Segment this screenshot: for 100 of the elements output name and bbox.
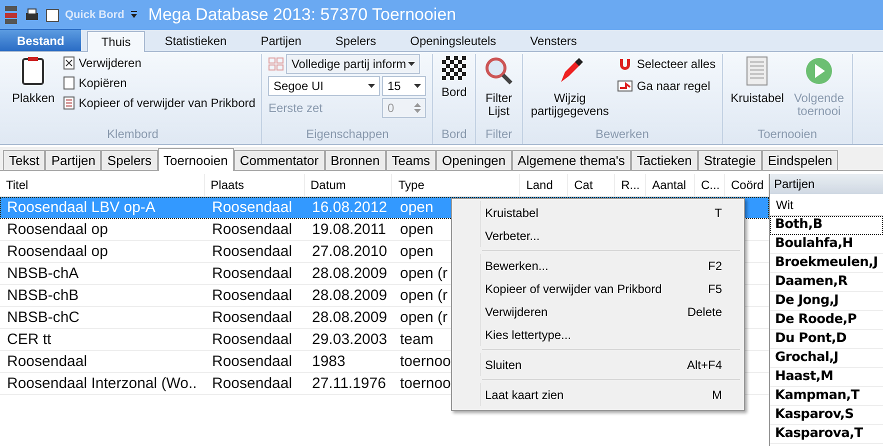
printer-icon — [24, 7, 40, 23]
table-cell: toernoo — [400, 375, 451, 392]
table-cell: Roosendaal op — [7, 243, 108, 260]
table-cell: Roosendaal — [212, 353, 292, 370]
clipboard-command[interactable]: Kopiëren — [62, 74, 256, 92]
menu-item[interactable]: Verbeter... — [480, 224, 742, 247]
ribbon-tab[interactable]: Openingsleutels — [396, 30, 510, 51]
table-cell: Roosendaal — [212, 375, 292, 392]
size-dropdown[interactable]: 15 — [382, 76, 426, 96]
table-cell: Roosendaal Interzonal (Wo.. — [7, 375, 197, 392]
player-name[interactable]: Daamen,R — [770, 273, 883, 292]
table-cell: Roosendaal — [212, 221, 292, 238]
menu-item[interactable]: Bewerken... F2 — [480, 254, 742, 277]
board-button[interactable]: Bord — [439, 54, 469, 101]
group-title: Bord — [440, 127, 468, 143]
table-cell: Roosendaal — [212, 309, 292, 326]
group-title: Klembord — [106, 127, 160, 143]
table-cell: toernoo — [400, 353, 451, 370]
column-header[interactable]: Titel — [0, 174, 205, 196]
player-name[interactable]: Grochal,J — [770, 349, 883, 368]
table-cell: NBSB-chC — [7, 309, 80, 326]
table-cell: 28.08.2009 — [312, 265, 388, 282]
ribbon-tab[interactable]: Statistieken — [150, 30, 241, 51]
column-header[interactable]: Cat — [568, 174, 616, 196]
column-header[interactable]: Land — [520, 174, 568, 196]
spinner-arrows-icon — [414, 102, 422, 114]
player-name[interactable]: De Jong,J — [770, 292, 883, 311]
menu-item[interactable]: Kruistabel T — [480, 201, 742, 224]
table-cell: NBSB-chA — [7, 265, 79, 282]
player-name[interactable]: Kasparova,T — [770, 425, 883, 444]
clipboard-command[interactable]: Kopieer of verwijder van Prikbord — [62, 94, 256, 112]
player-name[interactable]: Haast,M — [770, 368, 883, 387]
document-tab[interactable]: Teams — [386, 150, 436, 170]
table-cell: open (r — [400, 265, 448, 282]
table-cell: Roosendaal LBV op-A — [7, 199, 156, 216]
view-dropdown[interactable]: Volledige partij inform — [286, 54, 420, 74]
column-header[interactable]: Coörd — [725, 174, 769, 196]
clipboard-command[interactable]: Verwijderen — [62, 54, 256, 72]
delete-icon — [62, 56, 75, 70]
player-name[interactable]: Both,B — [770, 216, 883, 235]
document-tab[interactable]: Tekst — [3, 150, 46, 170]
quick-board-label: Quick Bord — [65, 9, 124, 21]
ribbon-tab[interactable]: Spelers — [321, 30, 390, 51]
document-tab[interactable]: Eindspelen — [762, 150, 838, 170]
menu-item[interactable]: Sluiten Alt+F4 — [480, 353, 742, 376]
document-tab[interactable]: Strategie — [698, 150, 762, 170]
player-name[interactable]: Kampman,T — [770, 387, 883, 406]
list-icon — [62, 96, 75, 110]
group-title: Toernooien — [756, 127, 818, 143]
player-name[interactable]: Kasparov,S — [770, 406, 883, 425]
document-tab[interactable]: Openingen — [436, 150, 512, 170]
player-name[interactable]: Broekmeulen,J — [770, 254, 883, 273]
table-cell: Roosendaal — [212, 199, 292, 216]
font-dropdown[interactable]: Segoe UI — [268, 76, 380, 96]
menu-item[interactable]: Kies lettertype... — [480, 323, 742, 346]
table-cell: Roosendaal — [212, 287, 292, 304]
paste-button[interactable]: Plakken — [10, 54, 57, 107]
document-tab[interactable]: Toernooien — [158, 148, 234, 171]
edit-command[interactable]: Ga naar regel — [616, 76, 716, 96]
column-header[interactable]: Type — [392, 174, 520, 196]
edit-command[interactable]: Selecteer alles — [616, 54, 716, 74]
column-header[interactable]: Plaats — [204, 174, 305, 196]
player-name[interactable]: De Roode,P — [770, 311, 883, 330]
table-cell: Roosendaal — [212, 265, 292, 282]
menu-item[interactable]: Kopieer of verwijder van Prikbord F5 — [480, 277, 742, 300]
window-title: Mega Database 2013: 57370 Toernooien — [148, 5, 456, 25]
layout-icon — [268, 56, 284, 72]
document-tab[interactable]: Partijen — [45, 150, 102, 170]
edit-game-data-button[interactable]: Wijzig partijgegevens — [528, 54, 611, 120]
table-cell: team — [400, 331, 434, 348]
player-name[interactable]: Du Pont,D — [770, 330, 883, 349]
menu-item[interactable]: Verwijderen Delete — [480, 300, 742, 323]
ribbon-tab[interactable]: Thuis — [87, 31, 145, 52]
magnifier-icon — [484, 56, 514, 86]
document-tab[interactable]: Spelers — [101, 150, 158, 170]
caret-icon — [368, 84, 376, 88]
ribbon-tab[interactable]: Vensters — [516, 30, 591, 51]
table-cell: open — [400, 221, 434, 238]
column-header[interactable]: Aantal — [646, 174, 695, 196]
document-tab[interactable]: Commentator — [234, 150, 325, 170]
column-header[interactable]: C... — [695, 174, 725, 196]
table-cell: 19.08.2011 — [312, 221, 386, 238]
table-cell: Roosendaal — [212, 331, 292, 348]
file-menu-button[interactable]: Bestand — [0, 29, 82, 51]
table-cell: 28.08.2009 — [312, 309, 388, 326]
column-header[interactable]: Datum — [304, 174, 392, 196]
document-tab[interactable]: Bronnen — [324, 150, 386, 170]
document-tab[interactable]: Algemene thema's — [512, 150, 631, 170]
filter-list-button[interactable]: Filter Lijst — [482, 54, 516, 120]
group-title: Bewerken — [594, 127, 650, 143]
document-tab[interactable]: Tactieken — [630, 150, 698, 170]
column-header[interactable]: Wit — [770, 194, 883, 216]
player-name[interactable]: Boulahfa,H — [770, 235, 883, 254]
play-icon — [804, 56, 834, 86]
column-header[interactable]: R... — [615, 174, 646, 196]
ribbon-tab[interactable]: Partijen — [246, 30, 316, 51]
table-cell: open (r — [400, 309, 448, 326]
crosstable-button[interactable]: Kruistabel — [728, 54, 786, 107]
menu-item[interactable]: Laat kaart zien M — [480, 383, 742, 406]
quick-board-checkbox[interactable] — [46, 8, 59, 22]
